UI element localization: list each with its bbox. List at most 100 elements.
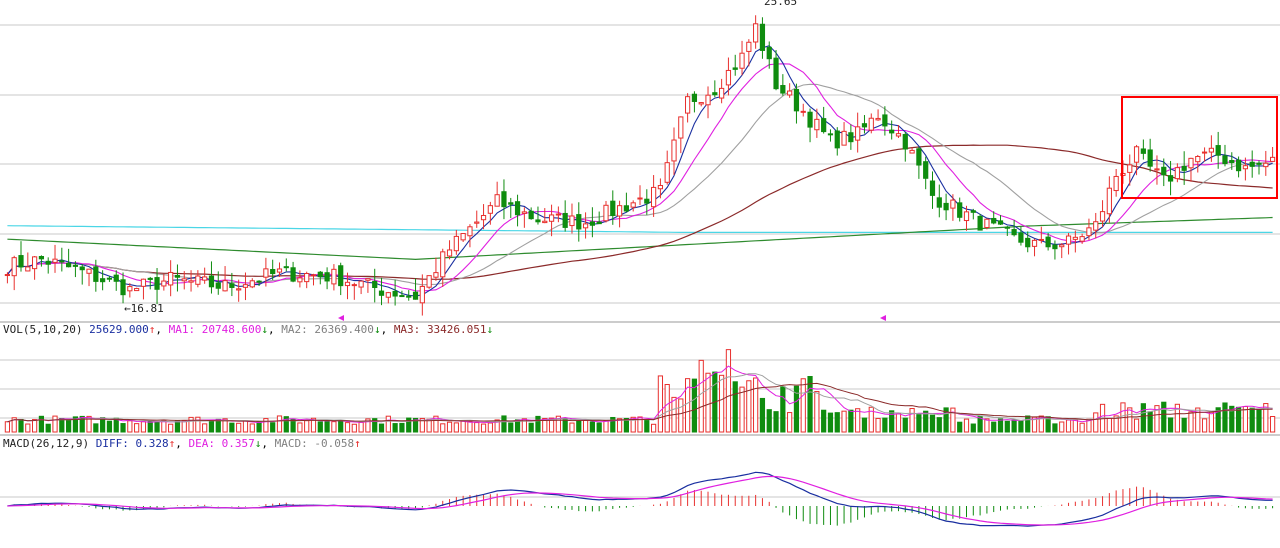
candle-body <box>895 133 902 137</box>
volume-bar <box>753 377 759 433</box>
volume-bar <box>304 420 310 433</box>
vol-ma1-line <box>7 365 1273 424</box>
volume-bar <box>1127 407 1133 433</box>
candle-body <box>195 275 201 285</box>
candle-body <box>1133 146 1140 163</box>
candle-body <box>140 278 147 287</box>
volume-bar <box>800 378 806 433</box>
candle-body <box>902 134 908 150</box>
macd-macd-arrow: ↑ <box>354 437 361 450</box>
volume-bar <box>236 422 242 433</box>
macd-diff-label: DIFF: <box>95 437 129 450</box>
volume-bar <box>909 408 915 433</box>
candle-body <box>168 271 174 286</box>
candle-body <box>950 199 956 209</box>
candle-body <box>589 221 595 226</box>
candle-body <box>909 149 915 154</box>
macd-macd-value: -0.058 <box>314 437 355 450</box>
volume-bar <box>1093 412 1099 433</box>
candle-body <box>650 186 657 208</box>
candle-body <box>310 274 317 277</box>
candle-body <box>1106 187 1112 215</box>
volume-bar <box>991 421 997 433</box>
candle-body <box>1208 147 1214 153</box>
candle-body <box>38 256 45 260</box>
stock-chart: 25.65 ←16.81 VOL(5,10,20) 25629.000↑, MA… <box>0 0 1280 548</box>
candle-body <box>1065 235 1072 245</box>
volume-bar <box>1147 411 1153 433</box>
candle-body <box>1201 151 1208 154</box>
candle-body <box>555 213 561 216</box>
candle-body <box>834 130 840 149</box>
candle-body <box>630 202 636 208</box>
candle-body <box>106 277 113 280</box>
volume-bar <box>970 423 976 433</box>
candle-body <box>154 277 160 290</box>
candle-body <box>127 286 133 292</box>
candle-body <box>807 111 813 128</box>
candle-body <box>480 214 487 221</box>
candle-body <box>79 266 85 271</box>
candle-body <box>712 92 718 96</box>
volume-bar <box>848 409 854 433</box>
volume-bar <box>188 416 194 433</box>
price-low-label: ←16.81 <box>124 302 164 315</box>
candle-body <box>1249 161 1255 167</box>
price-low-value: 16.81 <box>130 302 164 315</box>
candle-body <box>1188 157 1194 169</box>
candle-body <box>86 268 92 274</box>
vol-ma2-label: MA2: <box>281 323 308 336</box>
volume-bar <box>957 421 963 433</box>
candle-body <box>848 132 854 143</box>
candle-body <box>671 139 677 162</box>
candle-body <box>623 205 630 212</box>
candle-body <box>372 280 378 289</box>
candle-body <box>419 285 425 304</box>
volume-bar <box>780 386 786 433</box>
volume-bar <box>100 417 106 433</box>
candle-body <box>446 249 453 257</box>
ma10-line <box>6 63 1273 292</box>
volume-bar <box>657 375 664 433</box>
candle-body <box>800 110 806 113</box>
candle-body <box>1263 162 1269 168</box>
candle-body <box>977 215 983 231</box>
candle-body <box>1154 168 1160 171</box>
candle-body <box>222 280 228 292</box>
candle-body <box>338 265 344 287</box>
candle-body <box>460 233 466 241</box>
candle-body <box>508 202 514 205</box>
macd-diff-arrow: ↑ <box>168 437 176 450</box>
vol-ma1-arrow: ↓ <box>261 323 268 336</box>
volume-bar <box>195 416 201 433</box>
volume-bar <box>1011 419 1017 433</box>
chart-canvas <box>0 15 1280 527</box>
vol-ma1-value: 20748.600 <box>201 323 262 336</box>
candle-body <box>66 262 72 268</box>
candle-body <box>644 198 650 204</box>
candle-body <box>569 215 575 227</box>
candle-body <box>100 278 106 283</box>
ma5-line <box>6 45 1273 297</box>
candle-body <box>719 87 725 99</box>
candle-body <box>1031 239 1038 247</box>
volume-bar <box>719 374 725 433</box>
candle-body <box>610 200 616 216</box>
candle-body <box>1235 159 1242 172</box>
candle-body <box>1038 238 1044 241</box>
candle-body <box>412 291 419 300</box>
volume-bar <box>392 423 398 433</box>
volume-bar <box>1004 420 1010 433</box>
volume-bar <box>1140 403 1146 433</box>
candle-body <box>1140 148 1146 154</box>
volume-bar <box>698 359 704 433</box>
candle-body <box>821 118 827 133</box>
candle-body <box>882 114 888 127</box>
volume-bar <box>664 384 670 433</box>
macd-dea-line <box>7 475 1273 526</box>
volume-bar <box>399 422 405 433</box>
candle-body <box>562 212 568 228</box>
volume-bar <box>984 418 990 433</box>
price-high-label: 25.65 <box>764 0 798 8</box>
candle-body <box>304 273 310 283</box>
